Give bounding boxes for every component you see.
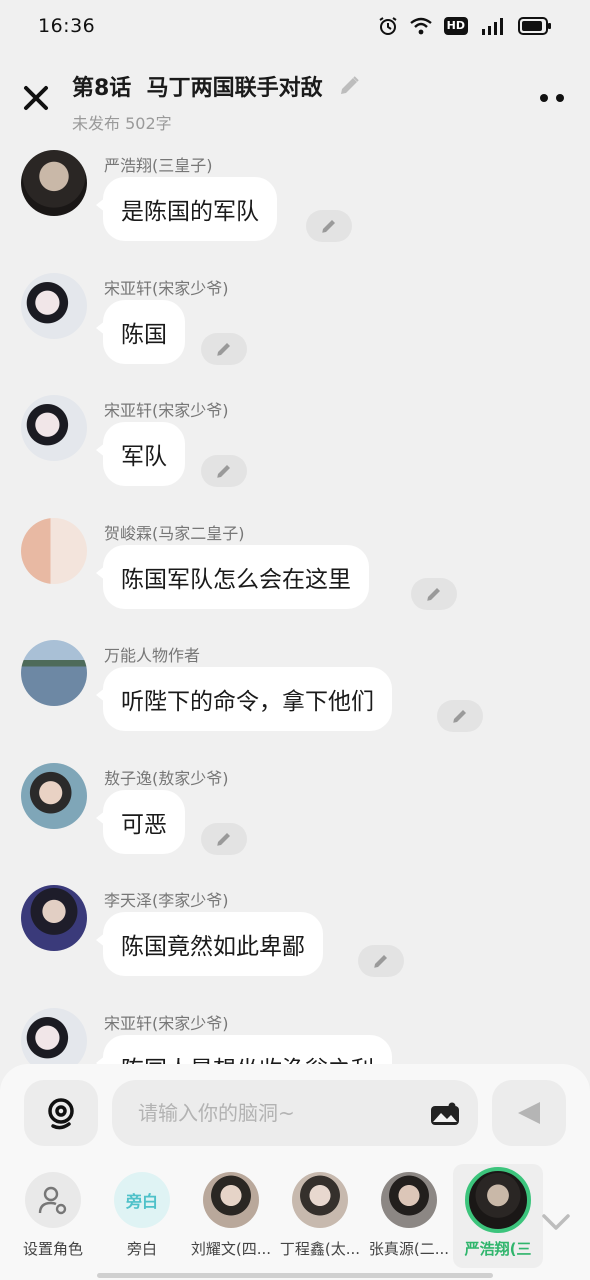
chapter-status: 未发布 502字 bbox=[72, 114, 172, 133]
message-bubble[interactable]: 军队 bbox=[96, 422, 185, 486]
character-item-selected[interactable]: 严浩翔(三 bbox=[453, 1164, 543, 1268]
character-narrator[interactable]: 旁白 旁白 bbox=[97, 1164, 187, 1268]
pencil-icon bbox=[322, 220, 335, 233]
narrator-avatar: 旁白 bbox=[114, 1172, 170, 1228]
message-input[interactable] bbox=[138, 1080, 418, 1146]
send-button[interactable] bbox=[492, 1080, 566, 1146]
character-selector[interactable]: 设置角色 旁白 旁白 刘耀文(四... 丁程鑫(太... 张真源(二... 严浩… bbox=[0, 1164, 590, 1268]
avatar bbox=[381, 1172, 437, 1228]
hd-icon: HD bbox=[443, 17, 468, 35]
status-icons: HD bbox=[378, 16, 552, 36]
character-item[interactable]: 刘耀文(四... bbox=[186, 1164, 276, 1268]
close-icon[interactable] bbox=[22, 84, 50, 112]
message-item: 宋亚轩(宋家少爷) 陈国人是想坐收渔翁之利 bbox=[0, 1002, 590, 1064]
edit-message-button[interactable] bbox=[411, 578, 457, 610]
message-bubble[interactable]: 陈国军队怎么会在这里 bbox=[96, 545, 369, 609]
speaker-name: 宋亚轩(宋家少爷) bbox=[104, 401, 229, 420]
set-character-avatar bbox=[25, 1172, 81, 1228]
status-bar: 16:36 HD bbox=[0, 0, 590, 52]
message-item: 宋亚轩(宋家少爷) 军队 bbox=[0, 389, 590, 507]
message-bubble[interactable]: 可恶 bbox=[96, 790, 185, 854]
set-character-button[interactable]: 设置角色 bbox=[8, 1164, 98, 1268]
pencil-icon bbox=[217, 343, 230, 356]
input-container bbox=[112, 1080, 478, 1146]
character-name: 设置角色 bbox=[22, 1240, 83, 1258]
edit-message-button[interactable] bbox=[437, 700, 483, 732]
title-row: 第8话 马丁两国联手对敌 bbox=[72, 70, 361, 102]
speaker-name: 李天泽(李家少爷) bbox=[104, 891, 229, 910]
composer-panel: 设置角色 旁白 旁白 刘耀文(四... 丁程鑫(太... 张真源(二... 严浩… bbox=[0, 1064, 590, 1280]
character-name: 张真源(二... bbox=[368, 1240, 450, 1258]
edit-message-button[interactable] bbox=[201, 333, 247, 365]
speaker-name: 贺峻霖(马家二皇子) bbox=[104, 524, 245, 543]
pencil-icon bbox=[217, 465, 230, 478]
wifi-icon bbox=[409, 17, 432, 35]
more-icon[interactable] bbox=[538, 90, 566, 106]
pencil-icon bbox=[217, 833, 230, 846]
avatar[interactable] bbox=[21, 1008, 87, 1064]
message-bubble[interactable]: 听陛下的命令，拿下他们 bbox=[96, 667, 392, 731]
character-name: 旁白 bbox=[126, 1240, 157, 1258]
character-name: 严浩翔(三 bbox=[464, 1240, 532, 1258]
speaker-name: 宋亚轩(宋家少爷) bbox=[104, 279, 229, 298]
message-item: 严浩翔(三皇子) 是陈国的军队 bbox=[0, 144, 590, 262]
avatar bbox=[292, 1172, 348, 1228]
title-area: 第8话 马丁两国联手对敌 未发布 502字 bbox=[72, 70, 361, 134]
avatar[interactable] bbox=[21, 273, 87, 339]
edit-message-button[interactable] bbox=[306, 210, 352, 242]
speaker-name: 万能人物作者 bbox=[104, 646, 201, 665]
avatar bbox=[465, 1167, 531, 1233]
avatar[interactable] bbox=[21, 150, 87, 216]
message-bubble[interactable]: 陈国人是想坐收渔翁之利 bbox=[96, 1035, 392, 1064]
alarm-icon bbox=[379, 17, 397, 35]
voice-icon bbox=[48, 1098, 74, 1130]
edit-message-button[interactable] bbox=[358, 945, 404, 977]
message-item: 万能人物作者 听陛下的命令，拿下他们 bbox=[0, 634, 590, 752]
signal-icon bbox=[482, 18, 503, 35]
edit-message-button[interactable] bbox=[201, 455, 247, 487]
status-time: 16:36 bbox=[38, 15, 96, 37]
chevron-down-icon[interactable] bbox=[540, 1210, 572, 1234]
character-item[interactable]: 丁程鑫(太... bbox=[275, 1164, 365, 1268]
message-bubble[interactable]: 陈国竟然如此卑鄙 bbox=[96, 912, 323, 976]
chapter-header: 第8话 马丁两国联手对敌 未发布 502字 bbox=[0, 52, 590, 144]
message-bubble[interactable]: 陈国 bbox=[96, 300, 185, 364]
speaker-name: 严浩翔(三皇子) bbox=[104, 156, 213, 175]
speaker-name: 宋亚轩(宋家少爷) bbox=[104, 1014, 229, 1033]
message-item: 李天泽(李家少爷) 陈国竟然如此卑鄙 bbox=[0, 879, 590, 997]
battery-icon bbox=[518, 17, 551, 35]
avatar[interactable] bbox=[21, 885, 87, 951]
chapter-title[interactable]: 第8话 马丁两国联手对敌 bbox=[72, 70, 323, 102]
pencil-icon[interactable] bbox=[337, 74, 361, 98]
avatar[interactable] bbox=[21, 763, 87, 829]
character-item[interactable]: 张真源(二... bbox=[364, 1164, 454, 1268]
pencil-icon bbox=[453, 710, 466, 723]
character-name: 丁程鑫(太... bbox=[279, 1240, 361, 1258]
avatar[interactable] bbox=[21, 395, 87, 461]
narrator-avatar-text: 旁白 bbox=[125, 1192, 158, 1211]
message-item: 敖子逸(敖家少爷) 可恶 bbox=[0, 757, 590, 875]
message-item: 宋亚轩(宋家少爷) 陈国 bbox=[0, 267, 590, 385]
image-icon[interactable] bbox=[430, 1100, 460, 1126]
edit-message-button[interactable] bbox=[201, 823, 247, 855]
pencil-icon bbox=[427, 588, 440, 601]
speaker-name: 敖子逸(敖家少爷) bbox=[104, 769, 229, 788]
message-bubble[interactable]: 是陈国的军队 bbox=[96, 177, 277, 241]
message-item: 贺峻霖(马家二皇子) 陈国军队怎么会在这里 bbox=[0, 512, 590, 630]
person-settings-icon bbox=[38, 1186, 67, 1215]
message-list[interactable]: 严浩翔(三皇子) 是陈国的军队 宋亚轩(宋家少爷) 陈国 宋亚轩(宋家少爷) 军… bbox=[0, 144, 590, 1064]
avatar[interactable] bbox=[21, 518, 87, 584]
send-icon bbox=[518, 1102, 540, 1124]
avatar bbox=[203, 1172, 259, 1228]
home-indicator bbox=[97, 1273, 493, 1278]
voice-button[interactable] bbox=[24, 1080, 98, 1146]
pencil-icon bbox=[374, 955, 387, 968]
character-name: 刘耀文(四... bbox=[190, 1240, 272, 1258]
avatar[interactable] bbox=[21, 640, 87, 706]
